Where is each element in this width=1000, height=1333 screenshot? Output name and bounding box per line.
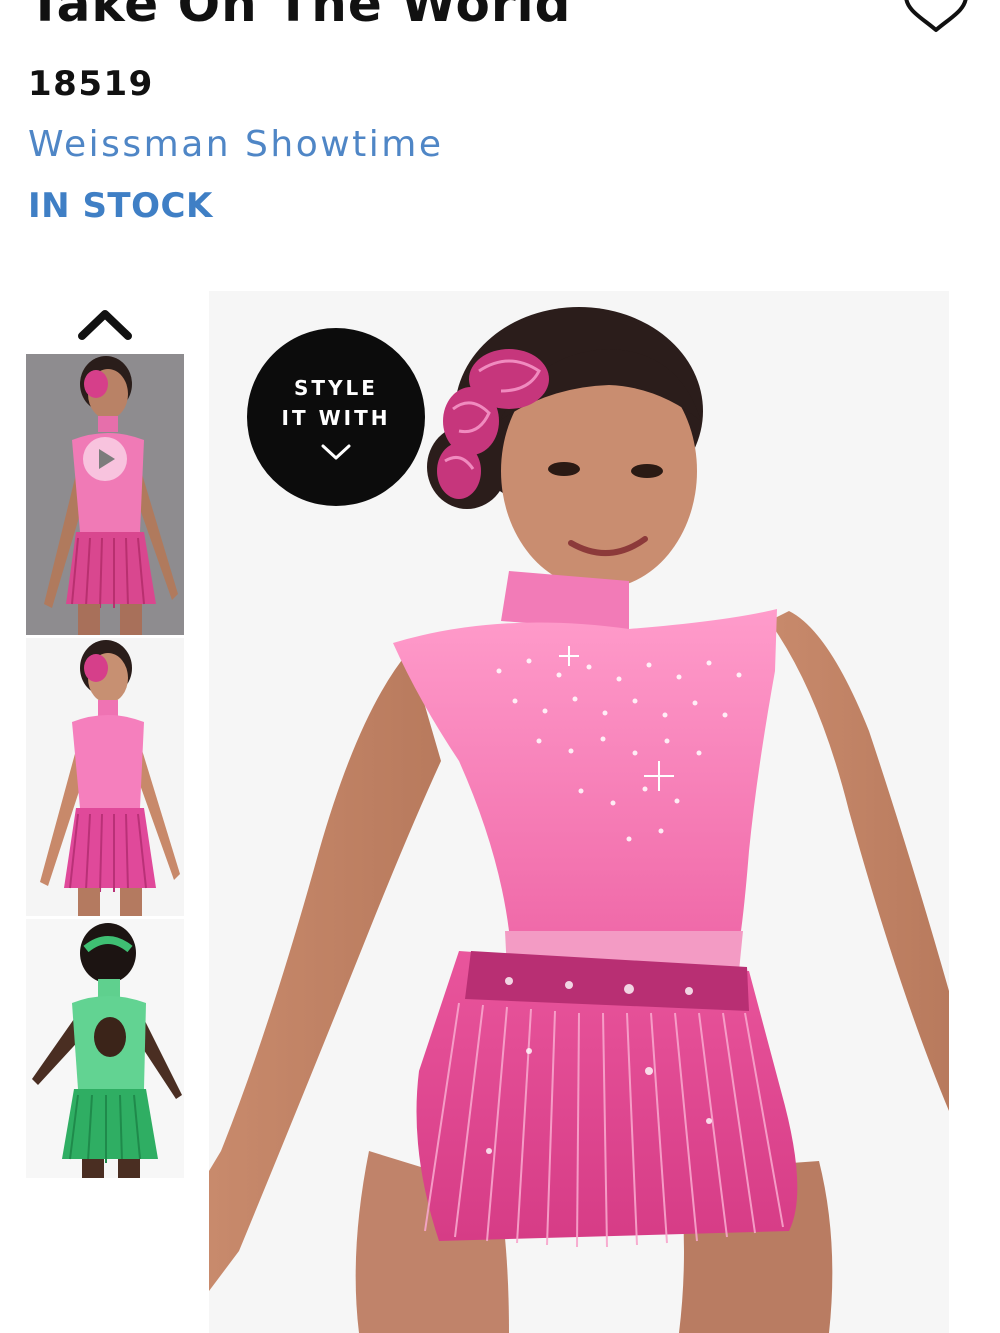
stock-status: IN STOCK: [28, 186, 213, 226]
style-it-with-label-line2: IT WITH: [281, 406, 391, 430]
thumbnail-1[interactable]: [26, 354, 184, 635]
chevron-up-icon: [78, 310, 132, 340]
brand-link[interactable]: Weissman Showtime: [28, 122, 444, 168]
thumbnail-1-image: [26, 354, 184, 635]
thumbnail-3-image: [26, 919, 184, 1178]
product-sku: 18519: [28, 64, 154, 104]
play-icon: [83, 437, 127, 481]
wishlist-button[interactable]: [900, 0, 972, 36]
style-it-with-label-line1: STYLE: [294, 376, 378, 400]
thumbnail-2-image: [26, 638, 184, 916]
style-it-with-button[interactable]: STYLE IT WITH: [247, 328, 425, 506]
product-title: Take On The World: [28, 0, 572, 33]
thumbnail-2[interactable]: [26, 638, 184, 916]
product-page: Take On The World 18519 Weissman Showtim…: [0, 0, 1000, 1333]
heart-icon: [904, 0, 968, 32]
thumbnail-scroll-up-button[interactable]: [76, 304, 134, 344]
thumbnail-3[interactable]: [26, 919, 184, 1178]
chevron-down-icon: [321, 444, 351, 460]
